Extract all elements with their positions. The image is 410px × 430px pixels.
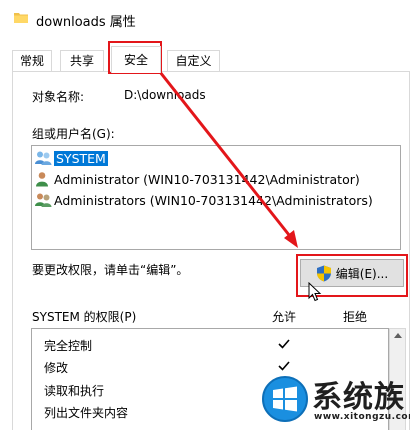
allow-check-icon bbox=[278, 339, 290, 349]
watermark: 系统族 www.xitongzu.com bbox=[262, 372, 410, 430]
allow-check-icon bbox=[278, 361, 290, 371]
permission-full-control: 完全控制 bbox=[44, 339, 93, 353]
windows-logo-icon bbox=[262, 376, 308, 422]
permission-modify: 修改 bbox=[44, 361, 69, 375]
tab-sharing[interactable]: 共享 bbox=[60, 50, 104, 72]
users-listbox[interactable]: SYSTEM Administrator (WIN10-703131442\Ad… bbox=[31, 145, 401, 250]
user-icon bbox=[36, 172, 48, 187]
edit-button-label: 编辑(E)... bbox=[335, 266, 389, 281]
window-title: downloads 属性 bbox=[36, 15, 136, 30]
uac-shield-icon bbox=[316, 265, 331, 281]
permission-list-folder: 列出文件夹内容 bbox=[44, 406, 129, 420]
tab-customize[interactable]: 自定义 bbox=[167, 50, 220, 72]
user-name: Administrators (WIN10-703131442\Administ… bbox=[54, 192, 373, 208]
mouse-cursor-icon bbox=[308, 282, 322, 302]
user-name: SYSTEM bbox=[54, 150, 108, 166]
tab-general[interactable]: 常规 bbox=[12, 50, 52, 72]
system-users-icon bbox=[35, 151, 52, 165]
deny-column-header: 拒绝 bbox=[343, 310, 368, 324]
tab-strip: 常规 共享 安全 自定义 bbox=[12, 46, 410, 73]
list-item-system[interactable]: SYSTEM bbox=[34, 148, 108, 168]
change-permissions-hint: 要更改权限，请单击“编辑”。 bbox=[32, 263, 189, 277]
object-name-label: 对象名称: bbox=[32, 90, 85, 104]
tab-security[interactable]: 安全 bbox=[111, 46, 161, 73]
list-item-administrator[interactable]: Administrator (WIN10-703131442\Administr… bbox=[34, 169, 360, 189]
list-item-administrators[interactable]: Administrators (WIN10-703131442\Administ… bbox=[34, 190, 373, 210]
group-users-icon bbox=[35, 193, 52, 207]
permission-read-execute: 读取和执行 bbox=[44, 384, 105, 398]
permissions-label: SYSTEM 的权限(P) bbox=[32, 310, 137, 324]
object-name-value: D:\downloads bbox=[124, 88, 206, 102]
user-name: Administrator (WIN10-703131442\Administr… bbox=[54, 171, 360, 187]
groups-label: 组或用户名(G): bbox=[32, 127, 115, 141]
watermark-title: 系统族 bbox=[312, 380, 405, 415]
folder-icon bbox=[14, 13, 28, 23]
scroll-up-arrow-icon[interactable] bbox=[394, 333, 402, 338]
allow-column-header: 允许 bbox=[272, 310, 297, 324]
title-bar: downloads 属性 bbox=[0, 0, 410, 38]
watermark-url: www.xitongzu.com bbox=[314, 412, 410, 422]
